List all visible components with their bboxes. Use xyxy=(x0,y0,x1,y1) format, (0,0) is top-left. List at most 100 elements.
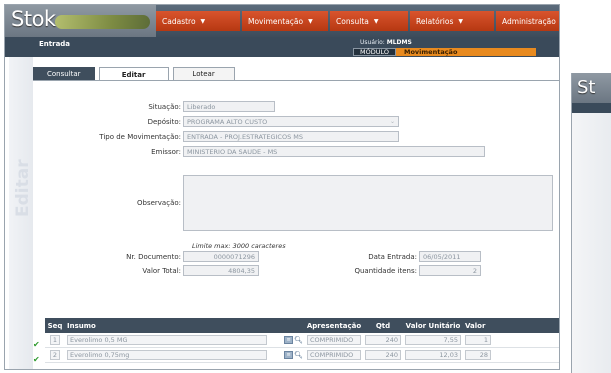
tab-label: Editar xyxy=(121,70,146,79)
menu-label: Cadastro xyxy=(162,16,196,26)
list-icon[interactable]: ≡ xyxy=(284,351,294,359)
valor-cell: 1 xyxy=(463,333,493,347)
tab-label: Lotear xyxy=(192,70,215,78)
checkmark-icon: ✔ xyxy=(33,340,40,349)
situacao-field[interactable]: Liberado xyxy=(183,101,275,112)
items-grid: Seq Insumo Apresentação Qtd Valor Unitár… xyxy=(45,318,559,363)
apresentacao-cell: COMPRIMIDO xyxy=(305,333,363,347)
seq-value: 2 xyxy=(49,350,61,360)
valor-unitario-value[interactable]: 7,55 xyxy=(405,335,461,345)
tab-label: Consultar xyxy=(47,70,81,78)
row-quantidade-itens: Quantidade itens: 2 xyxy=(301,265,481,276)
header-seq[interactable]: Seq xyxy=(45,318,65,333)
second-window-sidebar xyxy=(572,113,611,373)
row-data-entrada: Data Entrada: 06/05/2011 xyxy=(301,251,481,262)
valor-unitario-cell: 12,03 xyxy=(403,348,463,362)
header-qtd[interactable]: Qtd xyxy=(363,318,403,333)
tab-editar[interactable]: Editar xyxy=(98,67,169,81)
sub-bar: Entrada Usuário: MLDMS MÓDULO Movimentaç… xyxy=(5,37,559,57)
row-actions: ≡ 🔍︎ xyxy=(284,351,303,359)
insumo-cell: Everolimo 0,5 MG ≡ 🔍︎ xyxy=(65,333,305,347)
observacao-hint: Limite max: 3000 caracteres xyxy=(192,242,286,250)
seq-cell: 2 xyxy=(45,348,65,362)
insumo-cell: Everolimo 0,75mg ≡ 🔍︎ xyxy=(65,348,305,362)
data-entrada-field[interactable]: 06/05/2011 xyxy=(419,251,481,262)
tipo-field[interactable]: ENTRADA - PROJ.ESTRATEGICOS MS xyxy=(183,131,399,142)
user-info: Usuário: MLDMS xyxy=(360,39,412,46)
emissor-label: Emissor: xyxy=(151,147,181,156)
deposito-label: Depósito: xyxy=(147,117,181,126)
quantidade-itens-field: 2 xyxy=(419,265,481,276)
valor-unitario-value[interactable]: 12,03 xyxy=(405,350,461,360)
deposito-value: PROGRAMA ALTO CUSTO xyxy=(187,117,268,126)
table-row[interactable]: 2 Everolimo 0,75mg ≡ 🔍︎ COMPRIMIDO 240 1… xyxy=(45,348,559,363)
edit-form: Situação: Liberado Depósito: PROGRAMA AL… xyxy=(33,81,559,319)
module-indicator: MÓDULO Movimentação xyxy=(353,48,536,56)
qtd-cell: 240 xyxy=(363,348,403,362)
second-window-subbar xyxy=(572,103,611,113)
row-situacao: Situação: Liberado xyxy=(73,101,275,112)
caret-down-icon: ▼ xyxy=(373,17,379,25)
row-tipo: Tipo de Movimentação: ENTRADA - PROJ.EST… xyxy=(73,131,399,142)
tab-lotear[interactable]: Lotear xyxy=(172,67,235,81)
menu-label: Movimentação xyxy=(248,16,304,26)
observacao-textarea[interactable] xyxy=(183,175,553,231)
qtd-value[interactable]: 240 xyxy=(365,335,401,345)
valor-unitario-cell: 7,55 xyxy=(403,333,463,347)
search-icon[interactable]: 🔍︎ xyxy=(294,336,303,344)
menu-label: Consulta xyxy=(336,16,369,26)
main-window: Stok Cadastro ▼ Movimentação ▼ Consulta ▼ R… xyxy=(4,4,560,370)
valor-value: 1 xyxy=(465,335,491,345)
logo-text: Stok xyxy=(11,7,56,31)
table-row[interactable]: 1 Everolimo 0,5 MG ≡ 🔍︎ COMPRIMIDO 240 7… xyxy=(45,333,559,348)
menu-administracao[interactable]: Administração▼ xyxy=(496,11,559,31)
header-valor-unitario[interactable]: Valor Unitário xyxy=(403,318,463,333)
logo: Stok xyxy=(5,5,156,37)
grid-header: Seq Insumo Apresentação Qtd Valor Unitár… xyxy=(45,318,559,333)
second-window: St xyxy=(571,73,611,373)
qtd-cell: 240 xyxy=(363,333,403,347)
row-observacao: Observação: xyxy=(73,175,553,231)
apresentacao-value: COMPRIMIDO xyxy=(307,350,361,360)
row-emissor: Emissor: MINISTERIO DA SAUDE - MS xyxy=(73,146,485,157)
observacao-label: Observação: xyxy=(137,199,181,207)
apresentacao-cell: COMPRIMIDO xyxy=(305,348,363,362)
qtd-value[interactable]: 240 xyxy=(365,350,401,360)
quantidade-itens-label: Quantidade itens: xyxy=(354,266,417,275)
search-icon[interactable]: 🔍︎ xyxy=(294,351,303,359)
menu-movimentacao[interactable]: Movimentação ▼ xyxy=(242,11,328,31)
menu-consulta[interactable]: Consulta ▼ xyxy=(330,11,408,31)
caret-down-icon: ▼ xyxy=(200,17,206,25)
tab-bar: Consultar Editar Lotear xyxy=(33,67,239,81)
header-insumo[interactable]: Insumo xyxy=(65,318,305,333)
header-valor[interactable]: Valor xyxy=(463,318,493,333)
row-nr-documento: Nr. Documento: 0000071296 xyxy=(73,251,259,262)
user-label: Usuário: xyxy=(360,39,385,46)
menu-label: Administração xyxy=(502,16,556,26)
seq-value: 1 xyxy=(49,335,61,345)
logo-swoosh xyxy=(55,15,150,29)
nr-documento-label: Nr. Documento: xyxy=(126,252,181,261)
second-window-logo: St xyxy=(577,77,596,98)
valor-total-label: Valor Total: xyxy=(142,266,181,275)
module-label: MÓDULO xyxy=(353,48,396,56)
valor-total-field: 4804,35 xyxy=(183,265,259,276)
insumo-field[interactable]: Everolimo 0,75mg xyxy=(67,350,267,360)
seq-cell: 1 xyxy=(45,333,65,347)
insumo-field[interactable]: Everolimo 0,5 MG xyxy=(67,335,267,345)
emissor-field[interactable]: MINISTERIO DA SAUDE - MS xyxy=(183,146,485,157)
situacao-label: Situação: xyxy=(148,102,181,111)
watermark-text: Editar xyxy=(13,159,33,217)
page-title: Entrada xyxy=(39,40,71,48)
nr-documento-field[interactable]: 0000071296 xyxy=(183,251,259,262)
module-value: Movimentação xyxy=(396,48,536,56)
menu-cadastro[interactable]: Cadastro ▼ xyxy=(156,11,240,31)
header-apresentacao[interactable]: Apresentação xyxy=(305,318,363,333)
tab-consultar[interactable]: Consultar xyxy=(33,67,95,81)
menu-relatorios[interactable]: Relatórios ▼ xyxy=(410,11,494,31)
list-icon[interactable]: ≡ xyxy=(284,336,294,344)
deposito-select[interactable]: PROGRAMA ALTO CUSTO ⌄ xyxy=(183,116,399,127)
caret-down-icon: ▼ xyxy=(308,17,313,25)
main-menu: Cadastro ▼ Movimentação ▼ Consulta ▼ Relató… xyxy=(156,11,559,31)
apresentacao-value: COMPRIMIDO xyxy=(307,335,361,345)
